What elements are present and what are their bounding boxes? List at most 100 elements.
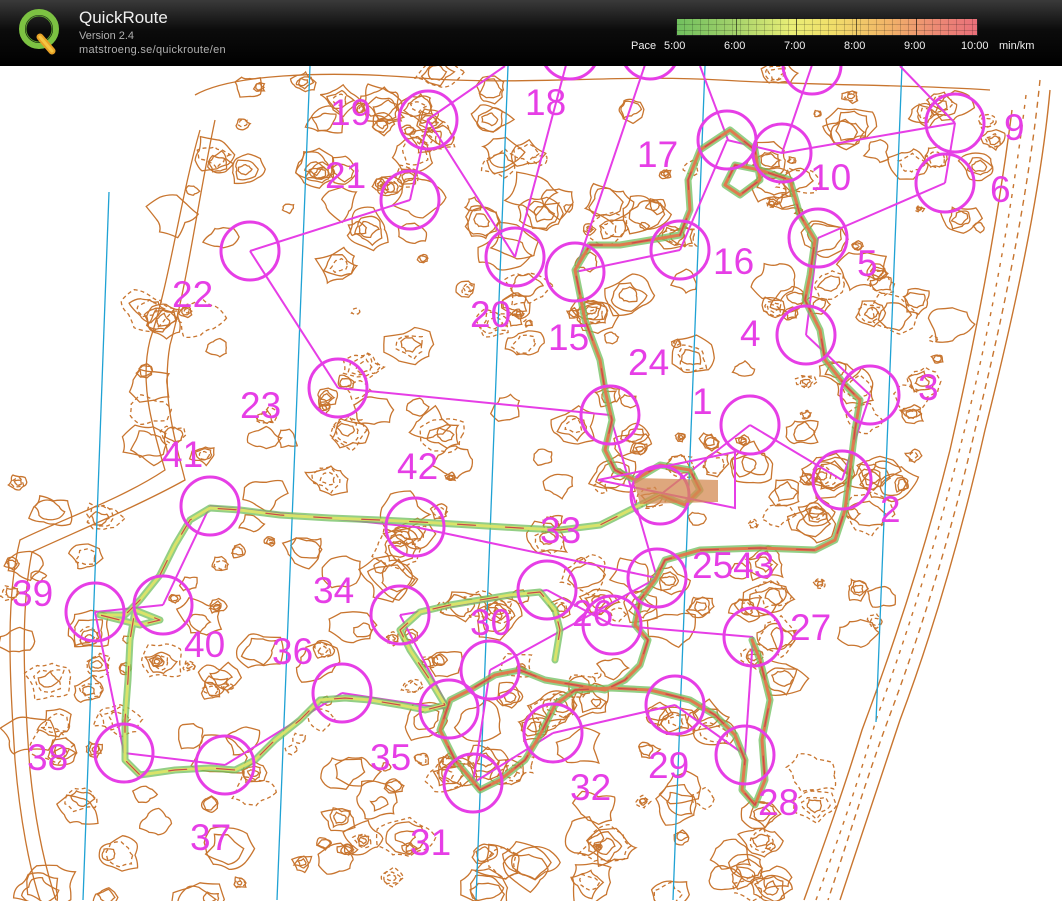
contour-line <box>731 452 769 478</box>
contour-line <box>267 539 274 544</box>
contour-line <box>703 433 720 450</box>
contour-line <box>238 514 266 533</box>
contour-line <box>813 110 822 117</box>
contour-line <box>591 672 602 681</box>
contour-line <box>36 708 72 738</box>
contour-line <box>333 811 347 824</box>
contour-line <box>476 107 504 133</box>
contour-line <box>395 335 423 360</box>
map-canvas[interactable]: 1 2 3 4 5 6 9 10 15 16 17 18 19 20 21 22… <box>0 66 1062 901</box>
coastline <box>803 79 1051 901</box>
contour-line <box>420 66 456 87</box>
control-label: 1 <box>692 381 713 422</box>
contour-line <box>297 77 309 87</box>
pace-label-6: 6:00 <box>724 40 746 52</box>
contour-line <box>704 436 716 447</box>
quickroute-logo-icon <box>19 9 59 55</box>
control-label: 26 <box>572 593 613 634</box>
pace-unit: min/km <box>999 40 1035 52</box>
contour-line <box>670 268 697 295</box>
course-leg <box>337 387 611 416</box>
contour-line <box>467 746 500 773</box>
contour-line <box>473 213 491 228</box>
contour-line <box>401 171 416 183</box>
contour-line <box>909 450 920 461</box>
contour-line <box>760 153 783 168</box>
contour-line <box>237 164 253 176</box>
contour-line <box>386 874 398 883</box>
course-leg <box>123 752 226 766</box>
contour-line <box>290 537 323 559</box>
contour-line <box>92 887 119 901</box>
contour-line <box>0 626 36 653</box>
contour-line <box>7 474 28 491</box>
contour-line <box>339 377 352 388</box>
pace-color-scale <box>676 18 978 36</box>
contour-line <box>568 308 579 318</box>
contour-line <box>863 306 879 320</box>
contour-line <box>480 147 516 180</box>
contour-line <box>236 879 243 886</box>
control-label: 16 <box>713 241 754 282</box>
control-label: 21 <box>325 155 366 196</box>
contour-line <box>808 506 825 518</box>
contour-line <box>816 275 841 292</box>
contour-line <box>913 204 926 213</box>
contour-line <box>932 354 943 363</box>
contour-line <box>510 334 536 354</box>
contour-line <box>694 600 708 612</box>
contour-line <box>667 714 685 729</box>
course-leg <box>749 424 843 481</box>
contour-line <box>358 836 367 845</box>
contour-line <box>764 587 787 606</box>
pace-tick <box>736 18 737 36</box>
contour-line <box>741 456 757 473</box>
contour-line <box>600 221 617 238</box>
contour-line <box>414 753 428 764</box>
contour-line <box>320 757 366 791</box>
pace-label-5: 5:00 <box>664 40 686 52</box>
control-label: 33 <box>540 510 581 551</box>
contour-line <box>571 862 612 901</box>
contour-line <box>687 511 707 526</box>
contour-line <box>862 139 890 164</box>
contour-line <box>972 221 985 234</box>
app-version: Version 2.4 <box>79 30 135 42</box>
contour-line <box>464 206 501 237</box>
contour-line <box>55 794 99 825</box>
contour-line <box>846 93 856 100</box>
control-label: 34 <box>313 570 354 611</box>
contour-line <box>983 133 1001 148</box>
contour-line <box>131 785 159 804</box>
contour-line <box>680 349 702 366</box>
contour-line <box>353 622 372 638</box>
control-label: 22 <box>172 274 213 315</box>
contour-line <box>400 337 423 353</box>
orienteering-map[interactable]: 1 2 3 4 5 6 9 10 15 16 17 18 19 20 21 22… <box>0 66 1062 901</box>
contour-line <box>767 68 785 81</box>
app-url: matstroeng.se/quickroute/en <box>79 44 226 56</box>
contour-line <box>185 184 201 196</box>
contour-line <box>354 215 383 247</box>
control-circle <box>624 66 676 81</box>
contour-line <box>542 473 574 500</box>
contour-line <box>433 654 446 665</box>
contour-line <box>284 744 298 756</box>
contour-line <box>786 291 805 305</box>
contour-line <box>418 254 428 263</box>
contour-line <box>98 835 139 872</box>
control-label: 41 <box>162 434 203 475</box>
contour-line <box>462 285 471 293</box>
contour-line <box>169 594 179 603</box>
contour-line <box>105 841 134 868</box>
contour-line <box>350 307 361 316</box>
contour-line <box>659 575 677 586</box>
contour-line <box>905 410 918 419</box>
contour-line <box>255 83 266 91</box>
control-label: 32 <box>570 767 611 808</box>
pace-tick <box>916 18 917 36</box>
contour-line <box>773 480 799 502</box>
contour-line <box>835 110 870 142</box>
contour-line <box>650 880 690 901</box>
contour-line <box>319 471 337 486</box>
